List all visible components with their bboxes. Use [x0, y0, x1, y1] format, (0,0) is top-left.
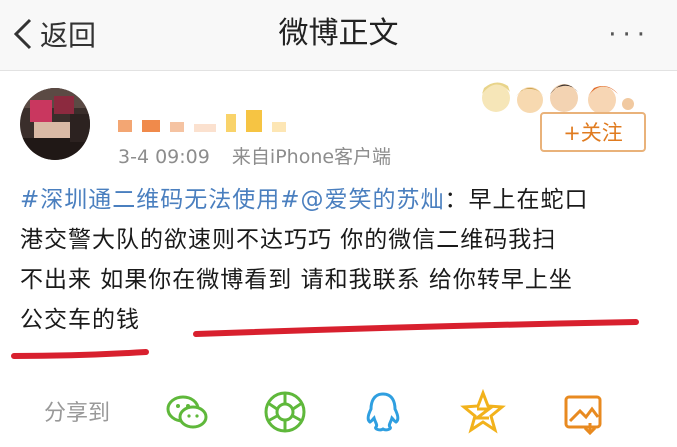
red-underline-annotation: [11, 319, 639, 359]
qzone-icon[interactable]: [460, 389, 506, 435]
nav-bar: 返回 微博正文 ···: [0, 0, 677, 71]
post-timestamp: 3-4 09:09: [118, 146, 210, 168]
avatar[interactable]: [20, 88, 90, 160]
more-button[interactable]: ···: [608, 22, 651, 48]
share-bar: 分享到: [0, 375, 677, 447]
username-obscured[interactable]: [118, 110, 286, 132]
share-label: 分享到: [44, 401, 111, 426]
body-line-2: 港交警大队的欲速则不达巧巧 你的微信二维码我扫: [20, 227, 557, 253]
qq-icon[interactable]: [360, 389, 406, 435]
save-image-icon[interactable]: [560, 389, 606, 435]
moments-icon[interactable]: [262, 389, 308, 435]
hashtag-link[interactable]: #深圳通二维码无法使用#: [20, 187, 301, 213]
post-source: 来自iPhone客户端: [231, 146, 392, 168]
body-line-1: ：早上在蛇口: [444, 187, 589, 213]
mention-link[interactable]: @爱笑的苏灿: [301, 187, 445, 213]
body-line-3: 不出来 如果你在微博看到 请和我联系 给你转早上坐: [20, 267, 573, 293]
follow-button[interactable]: +关注: [540, 112, 646, 152]
wechat-icon[interactable]: [164, 389, 210, 435]
post-meta: 3-4 09:09 来自iPhone客户端: [118, 142, 391, 169]
page-title: 微博正文: [278, 16, 399, 51]
